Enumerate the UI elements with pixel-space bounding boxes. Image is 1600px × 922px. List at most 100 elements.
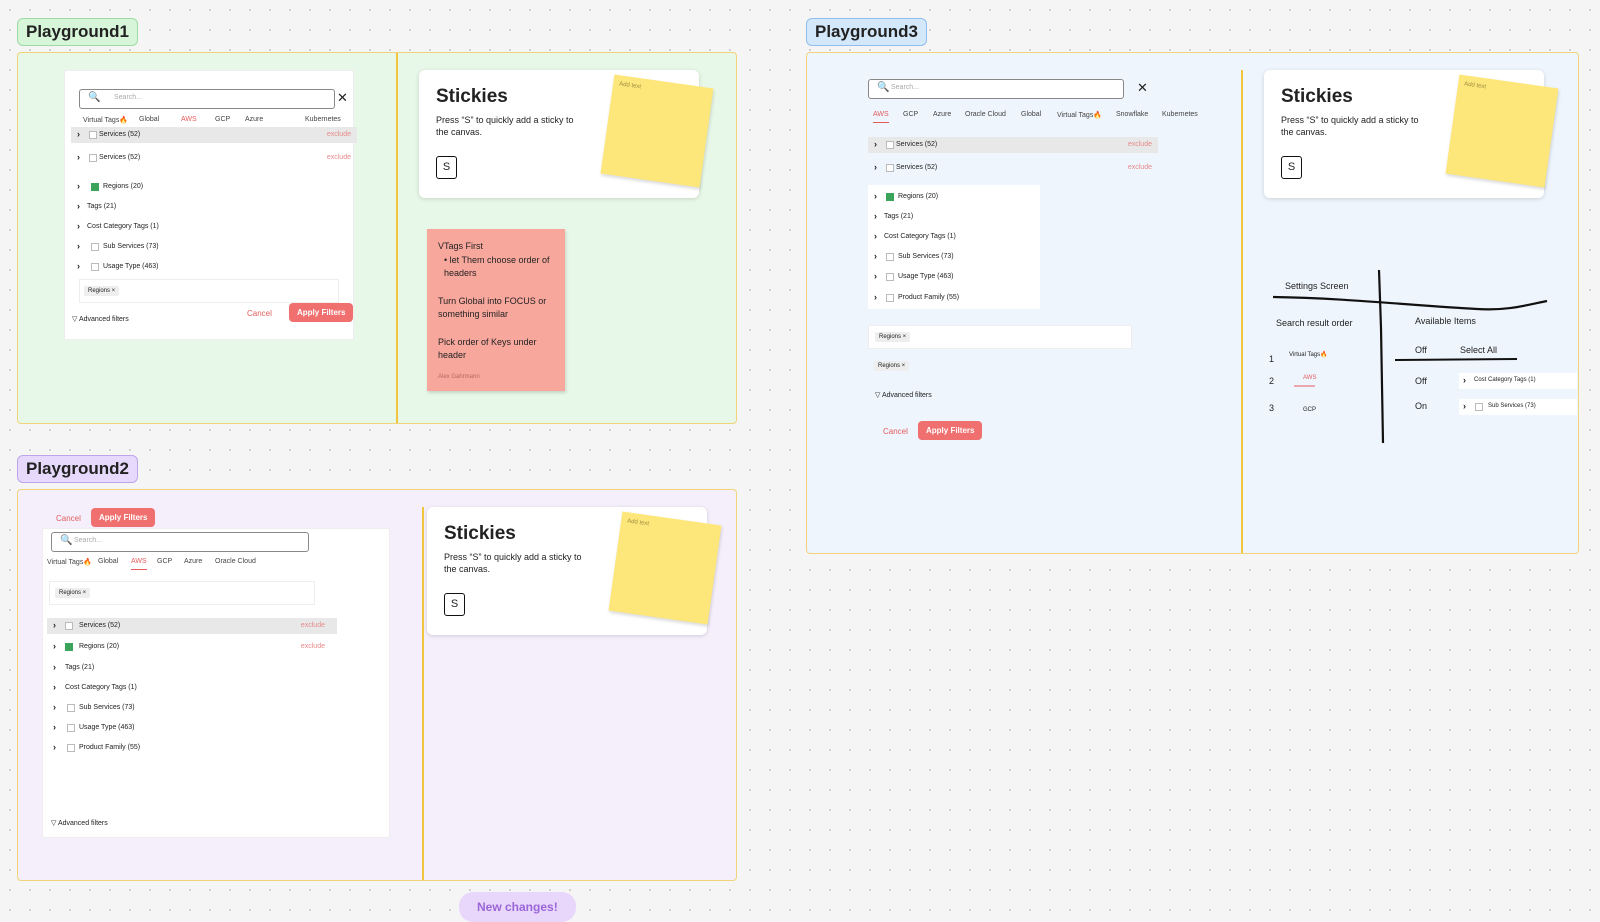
checkbox[interactable] (91, 263, 99, 271)
playground2-label[interactable]: Playground2 (17, 455, 138, 483)
checkbox[interactable] (67, 744, 75, 752)
checkbox[interactable] (886, 141, 894, 149)
checkbox[interactable] (65, 622, 73, 630)
list-item-tags[interactable]: › Tags (21) (47, 660, 337, 676)
search-input[interactable]: 🔍 Search... (868, 79, 1124, 99)
tab-azure[interactable]: Azure (933, 111, 951, 118)
chevron-right-icon[interactable]: › (874, 192, 877, 201)
list-item-services[interactable]: › Services (52) exclude (868, 137, 1158, 153)
advanced-filters-button[interactable]: ▽ Advanced filters (51, 819, 108, 827)
list-item-regions[interactable]: › Regions (20) (868, 189, 1040, 205)
tab-aws[interactable]: AWS (131, 558, 147, 570)
tab-global[interactable]: Global (1021, 111, 1041, 118)
sticky-note-yellow[interactable]: Add text (600, 74, 714, 188)
list-item-cost-category[interactable]: › Cost Category Tags (1) (71, 219, 341, 235)
checkbox[interactable] (89, 154, 97, 162)
chevron-right-icon[interactable]: › (874, 212, 877, 221)
checkbox-checked[interactable] (65, 643, 73, 651)
list-item-cost-category[interactable]: › Cost Category Tags (1) (868, 229, 1040, 245)
search-input[interactable]: 🔍 Search... (51, 532, 309, 552)
new-changes-button[interactable]: New changes! (459, 892, 576, 922)
chevron-right-icon[interactable]: › (53, 663, 56, 672)
checkbox[interactable] (886, 294, 894, 302)
chevron-right-icon[interactable]: › (77, 202, 80, 211)
list-item-usage-type[interactable]: › Usage Type (463) (868, 269, 1040, 285)
chevron-right-icon[interactable]: › (77, 153, 80, 162)
exclude-link[interactable]: exclude (1128, 141, 1152, 148)
filter-chip-regions[interactable]: Regions × (874, 361, 910, 371)
chevron-right-icon[interactable]: › (53, 703, 56, 712)
chevron-right-icon[interactable]: › (77, 242, 80, 251)
filter-chip-regions[interactable]: Regions × (55, 588, 91, 598)
sticky-note-pink[interactable]: VTags First • let Them choose order of h… (427, 229, 565, 391)
list-item-regions[interactable]: › Regions (20) exclude (47, 639, 337, 655)
list-item-services[interactable]: › Services (52) exclude (71, 150, 357, 166)
tab-kubernetes[interactable]: Kubernetes (305, 116, 341, 123)
checkbox-checked[interactable] (91, 183, 99, 191)
checkbox[interactable] (886, 273, 894, 281)
tab-oracle-cloud[interactable]: Oracle Cloud (965, 111, 1006, 118)
tab-global[interactable]: Global (139, 116, 159, 123)
chevron-right-icon[interactable]: › (874, 140, 877, 149)
list-item-services[interactable]: › Services (52) exclude (71, 127, 357, 143)
chevron-right-icon[interactable]: › (53, 642, 56, 651)
sticky-note-yellow[interactable]: Add text (1445, 74, 1559, 188)
tab-azure[interactable]: Azure (184, 558, 202, 565)
list-item-cost-category[interactable]: › Cost Category Tags (1) (47, 680, 337, 696)
apply-filters-button[interactable]: Apply Filters (918, 421, 983, 440)
checkbox[interactable] (67, 704, 75, 712)
tab-gcp[interactable]: GCP (215, 116, 230, 123)
list-item-sub-services[interactable]: › Sub Services (73) (868, 249, 1040, 265)
chevron-right-icon[interactable]: › (53, 723, 56, 732)
cancel-button[interactable]: Cancel (883, 427, 908, 436)
cancel-button[interactable]: Cancel (56, 514, 81, 523)
apply-filters-button[interactable]: Apply Filters (289, 303, 354, 322)
sticky-note-yellow[interactable]: Add text (608, 511, 722, 625)
list-item-services[interactable]: › Services (52) exclude (47, 618, 337, 634)
chevron-right-icon[interactable]: › (874, 163, 877, 172)
apply-filters-button[interactable]: Apply Filters (91, 508, 156, 527)
chevron-right-icon[interactable]: › (77, 182, 80, 191)
close-icon[interactable]: ✕ (1137, 81, 1148, 94)
chevron-right-icon[interactable]: › (874, 293, 877, 302)
checkbox[interactable] (886, 253, 894, 261)
tab-aws[interactable]: AWS (181, 116, 197, 128)
exclude-link[interactable]: exclude (301, 622, 325, 629)
checkbox[interactable] (91, 243, 99, 251)
exclude-link[interactable]: exclude (327, 131, 351, 138)
chevron-right-icon[interactable]: › (77, 222, 80, 231)
filter-chip-regions[interactable]: Regions × (875, 332, 911, 342)
playground3-label[interactable]: Playground3 (806, 18, 927, 46)
chevron-right-icon[interactable]: › (77, 130, 80, 139)
sticky-shortcut-key[interactable]: S (1281, 156, 1302, 179)
search-input[interactable]: 🔍 Search... (79, 89, 335, 109)
tab-global[interactable]: Global (98, 558, 118, 565)
tab-gcp[interactable]: GCP (157, 558, 172, 565)
chevron-right-icon[interactable]: › (53, 621, 56, 630)
tab-kubernetes[interactable]: Kubernetes (1162, 111, 1198, 118)
list-item-usage-type[interactable]: › Usage Type (463) (71, 259, 341, 275)
playground1-label[interactable]: Playground1 (17, 18, 138, 46)
chevron-right-icon[interactable]: › (53, 683, 56, 692)
cancel-button[interactable]: Cancel (247, 309, 272, 318)
tab-virtual-tags[interactable]: Virtual Tags🔥 (1057, 111, 1102, 119)
list-item-tags[interactable]: › Tags (21) (71, 199, 341, 215)
filter-chip-regions[interactable]: Regions × (84, 286, 120, 296)
advanced-filters-button[interactable]: ▽ Advanced filters (875, 391, 932, 399)
list-item-regions[interactable]: › Regions (20) (71, 179, 341, 195)
list-item-sub-services[interactable]: › Sub Services (73) (47, 700, 337, 716)
advanced-filters-button[interactable]: ▽ Advanced filters (72, 315, 129, 323)
sticky-shortcut-key[interactable]: S (444, 593, 465, 616)
tab-azure[interactable]: Azure (245, 116, 263, 123)
tab-gcp[interactable]: GCP (903, 111, 918, 118)
tab-aws[interactable]: AWS (873, 111, 889, 123)
exclude-link[interactable]: exclude (301, 643, 325, 650)
close-icon[interactable]: ✕ (337, 91, 348, 104)
chevron-right-icon[interactable]: › (874, 252, 877, 261)
list-item-sub-services[interactable]: › Sub Services (73) (71, 239, 341, 255)
tab-virtual-tags[interactable]: Virtual Tags🔥 (47, 558, 92, 566)
checkbox[interactable] (886, 164, 894, 172)
chevron-right-icon[interactable]: › (53, 743, 56, 752)
sticky-shortcut-key[interactable]: S (436, 156, 457, 179)
checkbox-checked[interactable] (886, 193, 894, 201)
